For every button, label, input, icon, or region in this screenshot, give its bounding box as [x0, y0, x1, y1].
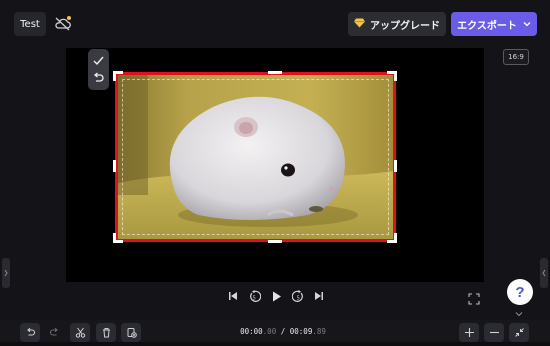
total-time: 00:09	[289, 327, 313, 336]
right-panel-toggle[interactable]	[540, 258, 548, 288]
crop-handle-left[interactable]	[113, 160, 116, 172]
crop-handle-right[interactable]	[394, 160, 397, 172]
diamond-icon	[354, 18, 365, 31]
export-label: エクスポート	[457, 20, 517, 32]
rewind-5-icon[interactable]: 5	[245, 287, 263, 305]
crop-handle-bottom[interactable]	[268, 240, 282, 243]
check-icon[interactable]	[91, 53, 106, 68]
cut-icon	[75, 323, 86, 342]
svg-text:5: 5	[252, 295, 255, 301]
svg-text:5: 5	[296, 295, 299, 301]
upgrade-button[interactable]: アップグレード	[348, 12, 446, 36]
undo-icon[interactable]	[91, 71, 106, 86]
timeline-redo-button[interactable]	[44, 323, 64, 342]
delete-icon	[101, 323, 112, 342]
duplicate-icon	[126, 323, 137, 342]
cloud-off-icon[interactable]	[53, 14, 73, 34]
fullscreen-icon[interactable]	[468, 290, 480, 305]
zoom-out-button[interactable]	[484, 323, 504, 342]
forward-5-icon[interactable]: 5	[289, 287, 307, 305]
timeline-track-edge	[0, 342, 550, 346]
video-frame[interactable]	[115, 72, 396, 242]
total-time-fraction: .89	[312, 327, 326, 336]
top-bar: Test アップグレード エクスポート	[0, 0, 550, 46]
zoom-in-icon	[464, 323, 475, 342]
project-title-button[interactable]: Test	[14, 12, 46, 36]
skip-back-icon[interactable]	[224, 287, 242, 305]
crop-handle-bottom-left-v[interactable]	[113, 233, 116, 243]
timeline-collapse-toggle[interactable]	[505, 307, 533, 321]
zoom-in-button[interactable]	[459, 323, 479, 342]
left-panel-toggle[interactable]	[2, 258, 10, 288]
zoom-fit-button[interactable]	[509, 323, 529, 342]
current-time: 00:00	[240, 327, 263, 336]
chevron-down-icon	[523, 19, 531, 30]
timeline-delete-button[interactable]	[96, 323, 116, 342]
help-button[interactable]: ?	[507, 279, 533, 305]
timeline-duplicate-button[interactable]	[121, 323, 141, 342]
crop-toolbar	[88, 49, 109, 90]
timecode: 00:00.00 / 00:09.89	[238, 327, 328, 339]
crop-handle-top-left-v[interactable]	[113, 71, 116, 81]
aspect-ratio-label: 16:9	[508, 53, 524, 61]
upgrade-label: アップグレード	[370, 20, 440, 32]
redo-icon	[49, 323, 60, 342]
timeline-undo-button[interactable]	[20, 323, 40, 342]
project-title: Test	[20, 18, 40, 30]
fit-icon	[514, 323, 525, 342]
crop-handle-top[interactable]	[268, 71, 282, 74]
play-icon[interactable]	[267, 287, 285, 305]
undo-icon	[25, 323, 36, 342]
current-time-fraction: .00	[262, 327, 277, 336]
help-label: ?	[515, 283, 525, 301]
zoom-out-icon	[489, 323, 500, 342]
skip-forward-icon[interactable]	[310, 287, 328, 305]
export-button[interactable]: エクスポート	[451, 12, 537, 36]
aspect-ratio-button[interactable]: 16:9	[503, 49, 529, 65]
player-controls: 5 5	[224, 287, 328, 305]
timeline-cut-button[interactable]	[70, 323, 90, 342]
time-separator: /	[276, 327, 290, 336]
crop-handle-top-right-v[interactable]	[394, 71, 397, 81]
crop-guide	[122, 79, 389, 235]
crop-handle-bottom-right-v[interactable]	[394, 233, 397, 243]
